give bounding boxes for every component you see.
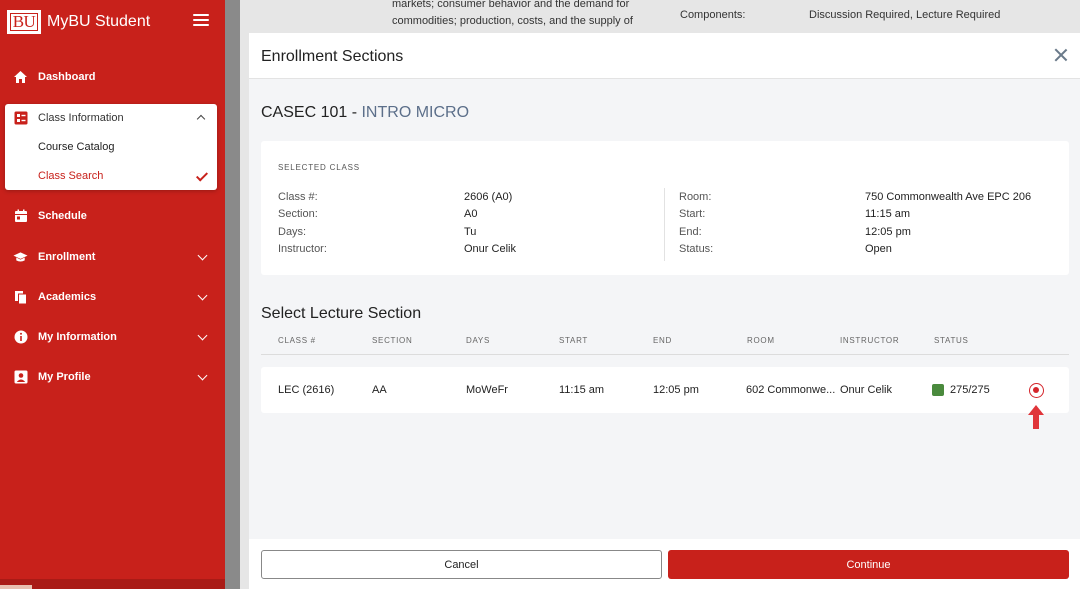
chevron-down-icon xyxy=(197,370,208,381)
app-name: MyBU Student xyxy=(47,12,151,30)
days-label: Days: xyxy=(278,226,307,238)
info-icon xyxy=(13,330,28,345)
close-icon[interactable] xyxy=(1054,48,1068,62)
cell-room: 602 Commonwe... xyxy=(746,384,836,396)
modal-header: Enrollment Sections xyxy=(249,33,1080,79)
chevron-down-icon xyxy=(197,290,208,301)
room-label: Room: xyxy=(679,191,712,203)
graduation-cap-icon xyxy=(13,250,28,265)
sidebar-item-class-information: Class Information Course Catalog Class S… xyxy=(5,104,217,190)
class-number-label: Class #: xyxy=(278,191,318,203)
arrow-up-icon xyxy=(1028,405,1044,429)
course-title: CASEC 101 - INTRO MICRO xyxy=(261,104,469,122)
selected-class-heading: SELECTED CLASS xyxy=(278,163,360,172)
sidebar-footer xyxy=(0,579,225,589)
status-indicator-icon xyxy=(932,384,944,396)
column-header-start: START xyxy=(559,336,588,345)
cell-instructor: Onur Celik xyxy=(840,384,892,396)
section-label: Section: xyxy=(278,208,318,220)
brand[interactable]: BU MyBU Student xyxy=(7,9,150,34)
cell-status: 275/275 xyxy=(950,384,990,396)
start-value: 11:15 am xyxy=(865,208,911,220)
column-header-class-number: CLASS # xyxy=(278,336,316,345)
chevron-up-icon xyxy=(196,114,206,124)
sidebar-item-schedule[interactable]: Schedule xyxy=(0,196,225,236)
cancel-button[interactable]: Cancel xyxy=(261,550,662,579)
column-header-end: END xyxy=(653,336,672,345)
chevron-down-icon xyxy=(197,250,208,261)
instructor-value: Onur Celik xyxy=(464,243,516,255)
column-header-days: DAYS xyxy=(466,336,490,345)
lecture-section-heading: Select Lecture Section xyxy=(261,305,422,322)
components-value: Discussion Required, Lecture Required xyxy=(809,9,1001,21)
selected-class-card: SELECTED CLASS Class #: 2606 (A0) Sectio… xyxy=(261,141,1069,275)
course-description: markets; consumer behavior and the deman… xyxy=(392,0,633,27)
sidebar-subitem-course-catalog[interactable]: Course Catalog xyxy=(38,141,114,153)
section-value: A0 xyxy=(464,208,478,220)
sidebar-footer-tab xyxy=(0,585,32,589)
start-label: Start: xyxy=(679,208,706,220)
end-value: 12:05 pm xyxy=(865,226,911,238)
enrollment-sections-modal: Enrollment Sections CASEC 101 - INTRO MI… xyxy=(249,33,1080,589)
sidebar: BU MyBU Student Dashboard Class Informat… xyxy=(0,0,225,589)
column-header-instructor: INSTRUCTOR xyxy=(840,336,900,345)
table-row[interactable]: LEC (2616) AA MoWeFr 11:15 am 12:05 pm 6… xyxy=(261,367,1069,413)
continue-button[interactable]: Continue xyxy=(668,550,1069,579)
sidebar-item-label: My Profile xyxy=(38,371,91,383)
sidebar-item-dashboard[interactable]: Dashboard xyxy=(0,57,225,97)
sidebar-item-label: Dashboard xyxy=(38,71,96,83)
sidebar-item-academics[interactable]: Academics xyxy=(0,277,225,317)
calendar-icon xyxy=(13,209,28,224)
end-label: End: xyxy=(679,226,702,238)
course-code: CASEC 101 - xyxy=(261,104,362,121)
cell-class-number: LEC (2616) xyxy=(278,384,335,396)
bu-logo: BU xyxy=(7,9,41,34)
cell-days: MoWeFr xyxy=(466,384,508,396)
home-icon xyxy=(13,70,28,85)
sidebar-item-label: Schedule xyxy=(38,210,87,222)
section-radio-button[interactable] xyxy=(1029,383,1044,398)
cell-section: AA xyxy=(372,384,387,396)
profile-icon xyxy=(13,370,28,385)
class-info-icon xyxy=(13,110,28,125)
sidebar-item-label: My Information xyxy=(38,331,117,343)
status-label: Status: xyxy=(679,243,714,255)
modal-footer: Cancel Continue xyxy=(249,539,1080,589)
sidebar-item-label: Enrollment xyxy=(38,251,96,263)
column-header-room: ROOM xyxy=(747,336,775,345)
sidebar-item-label: Class Information xyxy=(38,111,124,124)
cell-start: 11:15 am xyxy=(559,384,605,396)
course-name: INTRO MICRO xyxy=(361,104,470,121)
class-number-value: 2606 (A0) xyxy=(464,191,513,203)
documents-icon xyxy=(13,290,28,305)
instructor-label: Instructor: xyxy=(278,243,327,255)
class-information-toggle[interactable]: Class Information xyxy=(5,104,217,131)
sidebar-item-label: Academics xyxy=(38,291,97,303)
column-header-section: SECTION xyxy=(372,336,413,345)
modal-title: Enrollment Sections xyxy=(261,48,404,65)
sidebar-item-my-profile[interactable]: My Profile xyxy=(0,357,225,397)
card-divider xyxy=(664,188,665,261)
column-header-status: STATUS xyxy=(934,336,969,345)
components-label: Components: xyxy=(680,9,746,21)
checkmark-icon xyxy=(195,169,209,182)
cell-end: 12:05 pm xyxy=(653,384,699,396)
menu-icon[interactable] xyxy=(193,14,209,26)
status-value: Open xyxy=(865,243,892,255)
sidebar-subitem-class-search[interactable]: Class Search xyxy=(38,170,103,182)
room-value: 750 Commonwealth Ave EPC 206 xyxy=(865,191,1032,203)
table-header-divider xyxy=(261,354,1069,355)
sidebar-item-my-information[interactable]: My Information xyxy=(0,317,225,357)
days-value: Tu xyxy=(464,226,477,238)
sidebar-item-enrollment[interactable]: Enrollment xyxy=(0,237,225,277)
chevron-down-icon xyxy=(197,330,208,341)
